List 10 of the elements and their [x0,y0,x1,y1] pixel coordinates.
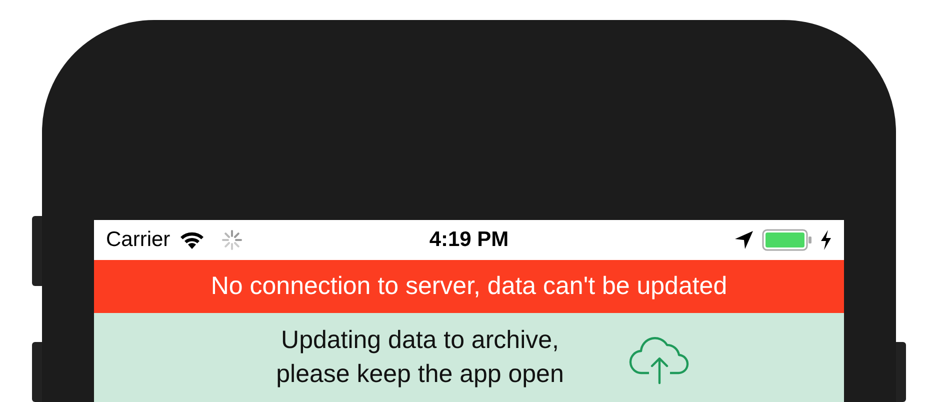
charging-bolt-icon [820,230,832,250]
location-arrow-icon [734,230,754,250]
loading-spinner-icon [222,230,242,250]
cloud-upload-icon [628,335,690,385]
wifi-icon [178,230,206,250]
error-message: No connection to server, data can't be updated [210,270,728,302]
carrier-label: Carrier [106,227,170,254]
battery-icon [762,229,812,251]
sync-message: Updating data to archive, please keep the app open [275,325,565,390]
time-label: 4:19 PM [429,228,509,252]
